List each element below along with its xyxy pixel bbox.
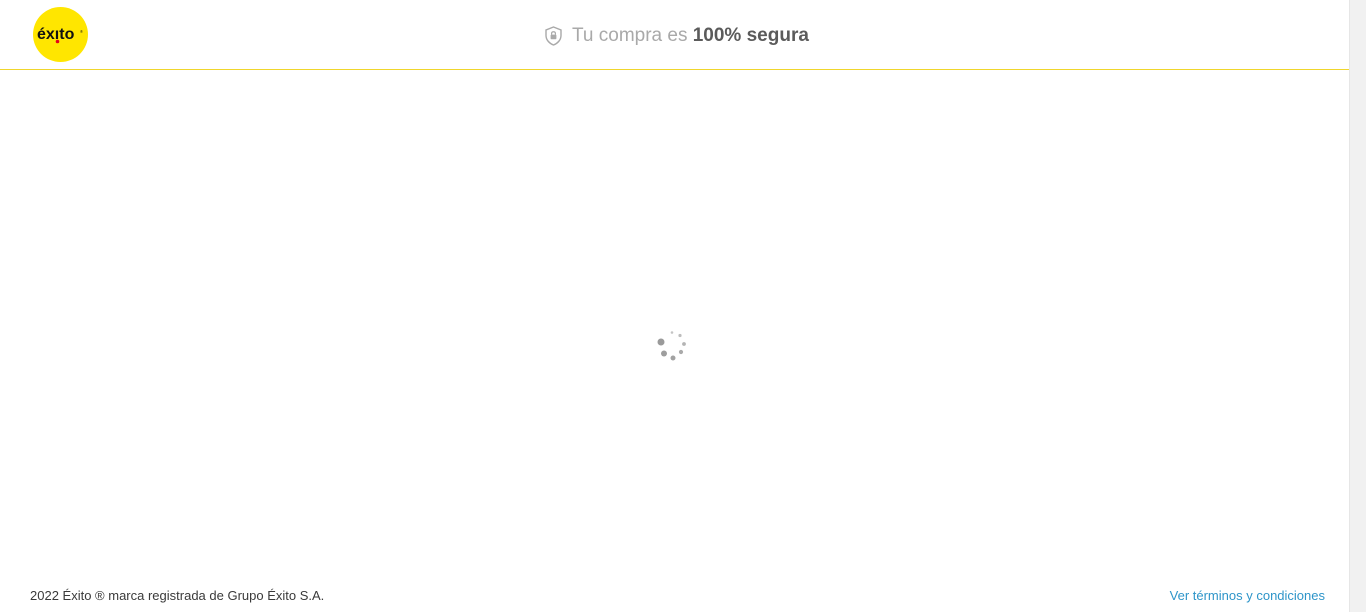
svg-text:®: ®	[80, 29, 83, 34]
exito-logo-wordmark: éxıto ®	[37, 26, 83, 43]
svg-text:éxıto: éxıto	[37, 26, 75, 43]
secure-purchase-strong: 100% segura	[692, 25, 809, 46]
secure-purchase-text: Tu compra es 100% segura	[572, 25, 809, 47]
shield-icon	[545, 26, 562, 46]
header: éxıto ® Tu compra es 100% segura	[0, 0, 1349, 70]
secure-purchase-banner: Tu compra es 100% segura	[544, 22, 809, 50]
footer-copyright: 2022 Éxito ® marca registrada de Grupo É…	[30, 588, 325, 603]
terms-and-conditions-link[interactable]: Ver términos y condiciones	[1170, 588, 1325, 603]
exito-logo[interactable]: éxıto ®	[33, 7, 88, 62]
loading-spinner-icon	[657, 331, 686, 361]
checkout-page: éxıto ® Tu compra es 100% segura 2022 Éx…	[0, 0, 1349, 612]
vertical-scrollbar[interactable]	[1349, 0, 1366, 612]
secure-purchase-prefix: Tu compra es	[572, 25, 688, 46]
